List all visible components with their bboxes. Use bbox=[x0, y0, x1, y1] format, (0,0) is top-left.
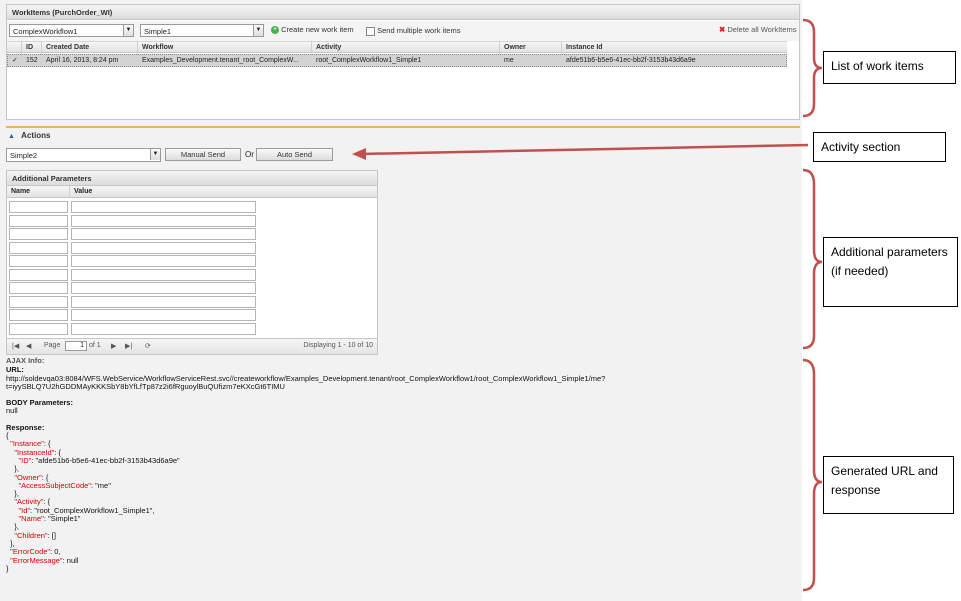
arrow-activity-line bbox=[359, 143, 809, 156]
callout-additional-parameters: Additional parameters (if needed) bbox=[823, 237, 958, 307]
callout-list-of-work-items: List of work items bbox=[823, 51, 956, 84]
callout-activity-section: Activity section bbox=[813, 132, 946, 162]
bracket-params bbox=[802, 168, 823, 350]
bracket-generated bbox=[802, 358, 823, 592]
annotation-lines bbox=[352, 18, 823, 592]
callout-generated-url: Generated URL and response bbox=[823, 456, 954, 514]
bracket-workitems bbox=[802, 18, 823, 118]
arrow-activity-head bbox=[352, 148, 366, 160]
